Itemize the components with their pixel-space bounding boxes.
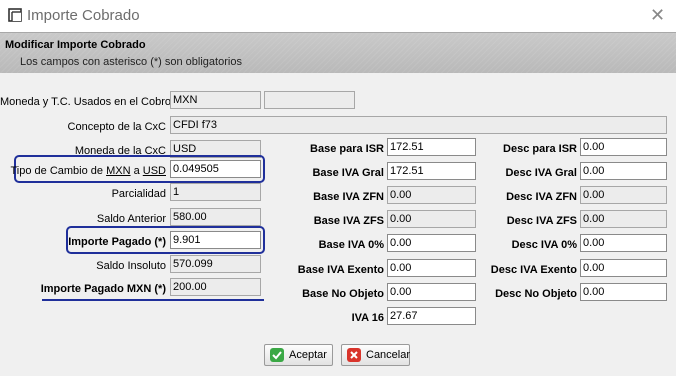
moneda-tc-field[interactable]: MXN <box>170 91 261 109</box>
desc-no-objeto-field[interactable]: 0.00 <box>580 283 667 301</box>
window-titlebar: Importe Cobrado ✕ <box>0 0 676 32</box>
app-icon <box>8 8 22 22</box>
tipo-cambio-mid: a <box>130 165 143 177</box>
desc-iva-exento-field[interactable]: 0.00 <box>580 259 667 277</box>
cancel-icon <box>347 348 361 362</box>
base-iva-zfn-label: Base IVA ZFN <box>313 191 384 203</box>
desc-iva-0-field[interactable]: 0.00 <box>580 234 667 252</box>
moneda-tc-field-2[interactable] <box>264 91 355 109</box>
desc-iva-zfn-label: Desc IVA ZFN <box>506 191 577 203</box>
desc-iva-gral-label: Desc IVA Gral <box>505 167 577 179</box>
desc-iva-0-label: Desc IVA 0% <box>511 239 577 251</box>
tipo-cambio-prefix: Tipo de Cambio de <box>10 165 107 177</box>
close-icon[interactable]: ✕ <box>650 5 665 26</box>
base-iva-gral-label: Base IVA Gral <box>312 167 384 179</box>
importe-mxn-label: Importe Pagado MXN (*) <box>40 283 166 295</box>
tipo-cambio-label: Tipo de Cambio de MXN a USD <box>0 165 166 177</box>
form-subtitle: Los campos con asterisco (*) son obligat… <box>20 56 242 68</box>
saldo-anterior-label: Saldo Anterior <box>96 213 166 225</box>
accept-button[interactable]: Aceptar <box>264 344 333 366</box>
cancel-label: Cancelar <box>366 349 411 361</box>
desc-iva-gral-field[interactable]: 0.00 <box>580 162 667 180</box>
desc-iva-zfs-label: Desc IVA ZFS <box>506 215 577 227</box>
desc-para-isr-field[interactable]: 0.00 <box>580 138 667 156</box>
tipo-cambio-to: USD <box>142 165 166 177</box>
accept-label: Aceptar <box>289 349 327 361</box>
desc-para-isr-label: Desc para ISR <box>503 143 577 155</box>
form-title: Modificar Importe Cobrado <box>5 39 146 51</box>
base-iva-0-label: Base IVA 0% <box>318 239 384 251</box>
base-iva-zfs-label: Base IVA ZFS <box>313 215 384 227</box>
concepto-label: Concepto de la CxC <box>67 121 166 133</box>
desc-iva-zfn-field[interactable]: 0.00 <box>580 186 667 204</box>
base-no-objeto-label: Base No Objeto <box>302 288 384 300</box>
desc-no-objeto-label: Desc No Objeto <box>495 288 577 300</box>
importe-pagado-label: Importe Pagado (*) <box>68 236 166 248</box>
cancel-button[interactable]: Cancelar <box>341 344 410 366</box>
check-icon <box>270 348 284 362</box>
window-title: Importe Cobrado <box>27 7 140 24</box>
concepto-field[interactable]: CFDI f73 <box>170 116 667 134</box>
desc-iva-zfs-field[interactable]: 0.00 <box>580 210 667 228</box>
base-para-isr-label: Base para ISR <box>310 143 384 155</box>
iva-16-label: IVA 16 <box>351 312 384 324</box>
iva-16-field[interactable]: 27.67 <box>387 307 476 325</box>
desc-iva-exento-label: Desc IVA Exento <box>490 264 577 276</box>
moneda-tc-label: Moneda y T.C. Usados en el Cobro <box>0 96 171 108</box>
tipo-cambio-from: MXN <box>106 165 131 177</box>
form-header: Modificar Importe Cobrado Los campos con… <box>0 32 676 74</box>
parcialidad-label: Parcialidad <box>111 188 166 200</box>
base-iva-exento-label: Base IVA Exento <box>297 264 384 276</box>
saldo-insoluto-label: Saldo Insoluto <box>96 260 166 272</box>
